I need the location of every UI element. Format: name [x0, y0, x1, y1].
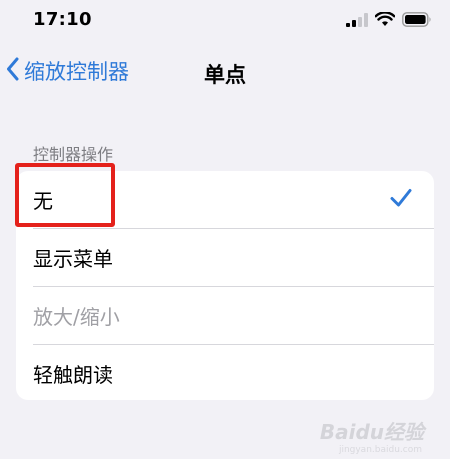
battery-icon: [402, 12, 432, 31]
status-bar: 17:10: [0, 0, 450, 44]
navigation-bar: 缩放控制器 单点: [0, 50, 450, 94]
status-time: 17:10: [33, 9, 92, 30]
option-label: 显示菜单: [33, 247, 113, 271]
page-title-text: 单点: [204, 63, 246, 87]
option-show-menu[interactable]: 显示菜单: [33, 228, 434, 286]
watermark-text: Baidu经验: [319, 420, 424, 444]
option-label: 放大/缩小: [33, 305, 120, 329]
watermark-subtext: jingyan.baidu.com: [338, 445, 422, 455]
option-label: 轻触朗读: [33, 363, 113, 387]
options-list: 无 显示菜单 放大/缩小 轻触朗读: [16, 171, 434, 400]
status-icons: [346, 11, 432, 31]
signal-icon: [346, 12, 368, 31]
page-title: 单点: [0, 59, 450, 89]
option-zoom-in-out: 放大/缩小: [33, 286, 434, 344]
section-header: 控制器操作: [33, 145, 114, 164]
option-none[interactable]: 无: [16, 171, 434, 228]
checkmark-icon: [390, 188, 412, 213]
watermark-logo: Baidu经验 jingyan.baidu.com: [319, 416, 424, 455]
wifi-icon: [374, 11, 396, 31]
option-speak-on-tap[interactable]: 轻触朗读: [33, 344, 434, 400]
option-label: 无: [33, 189, 53, 213]
